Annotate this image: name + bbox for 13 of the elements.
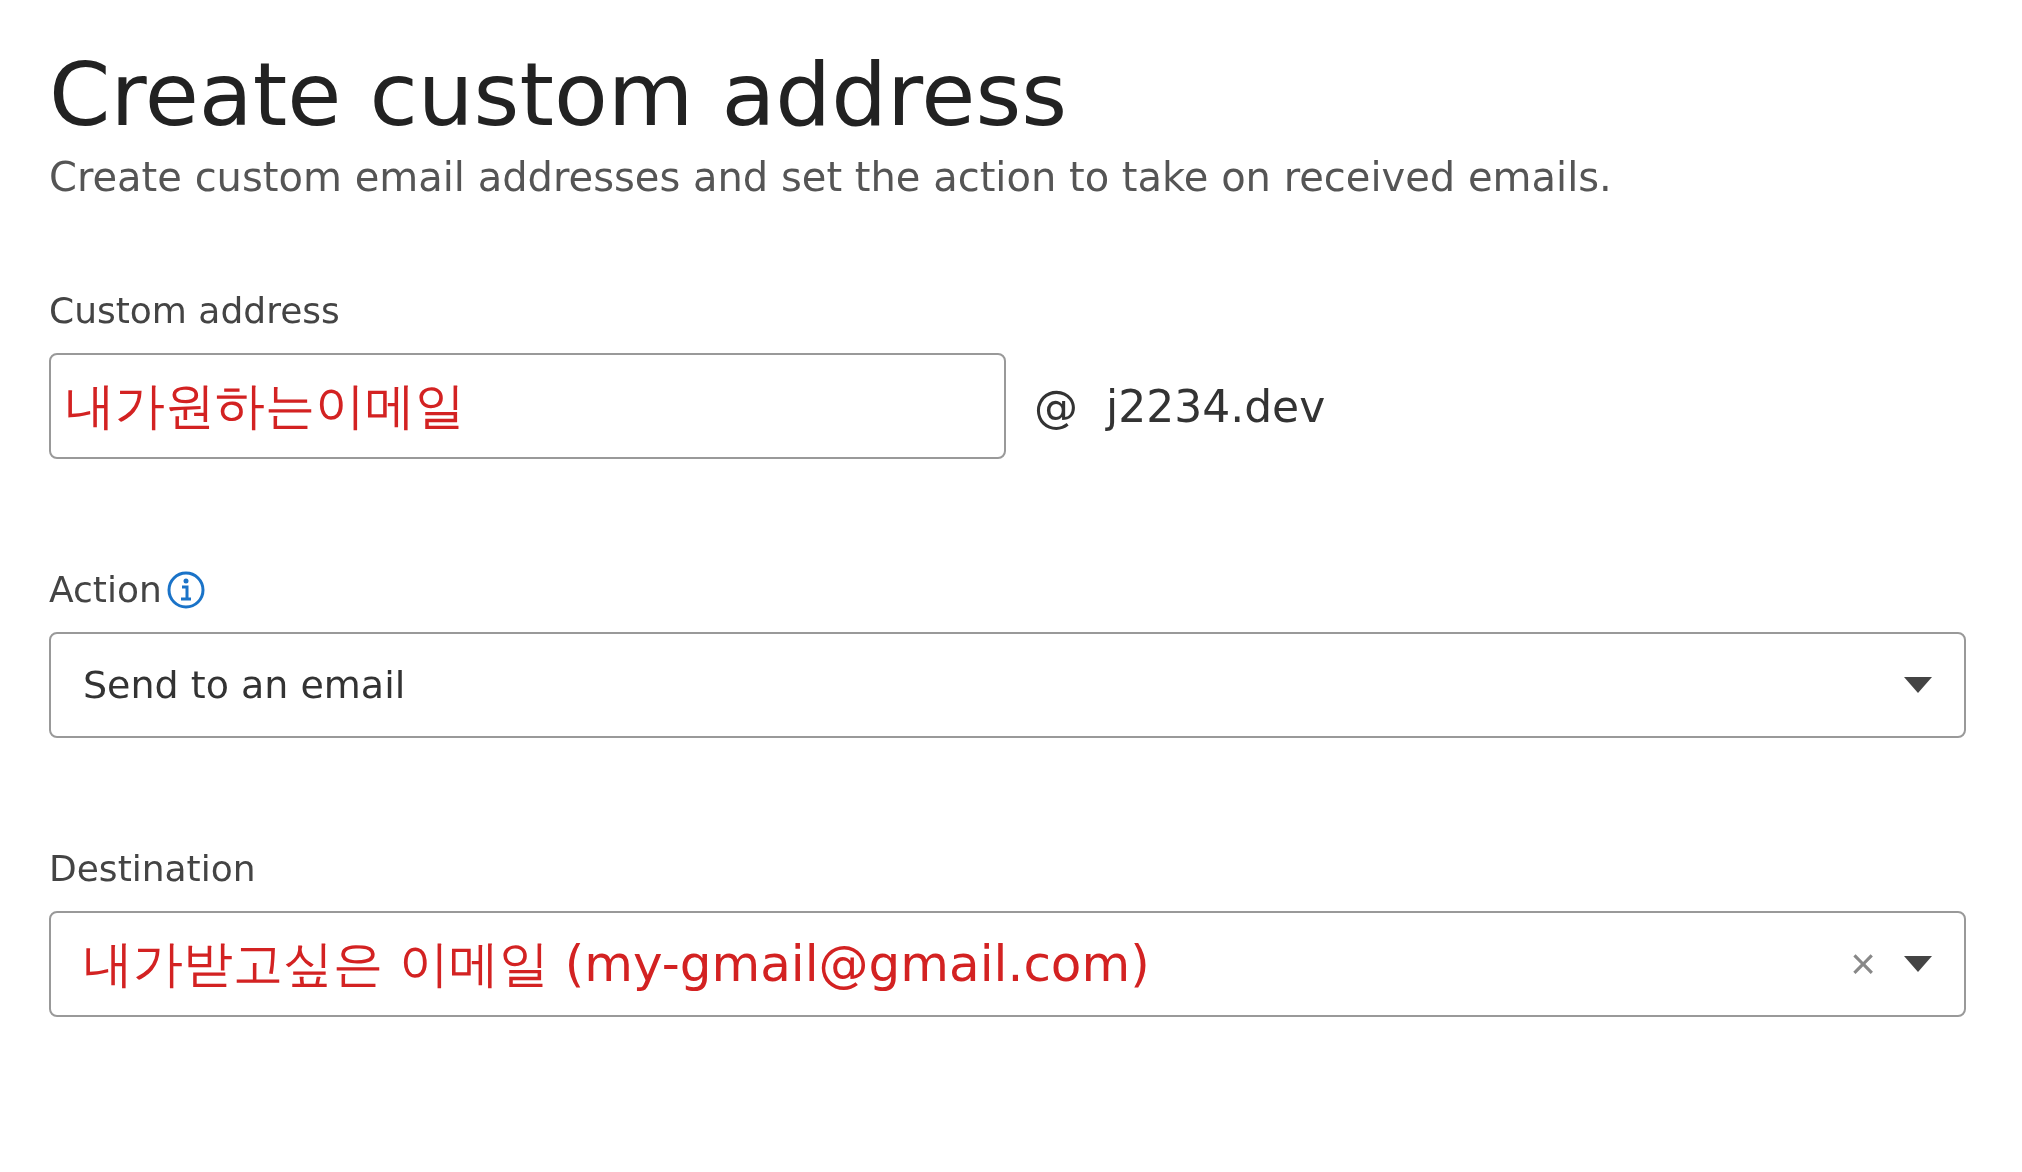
field-label: Action: [49, 569, 162, 610]
field-label: Custom address: [49, 290, 340, 331]
action-select[interactable]: Send to an email: [49, 632, 1966, 738]
info-icon[interactable]: [165, 569, 206, 610]
page-description: Create custom email addresses and set the action to take on received emails.: [49, 154, 1613, 200]
page-title: Create custom address: [49, 42, 1069, 148]
custom-address-field[interactable]: 내가원하는이메일: [49, 353, 1006, 459]
domain-suffix: @ j2234.dev: [1034, 380, 1326, 432]
dropdown-caret-icon: [1904, 677, 1932, 693]
field-label: Destination: [49, 848, 256, 889]
destination-select[interactable]: 내가받고싶은 이메일 (my-gmail@gmail.com) ×: [49, 911, 1966, 1017]
dropdown-caret-icon: [1904, 956, 1932, 972]
clear-button[interactable]: ×: [1842, 939, 1884, 989]
